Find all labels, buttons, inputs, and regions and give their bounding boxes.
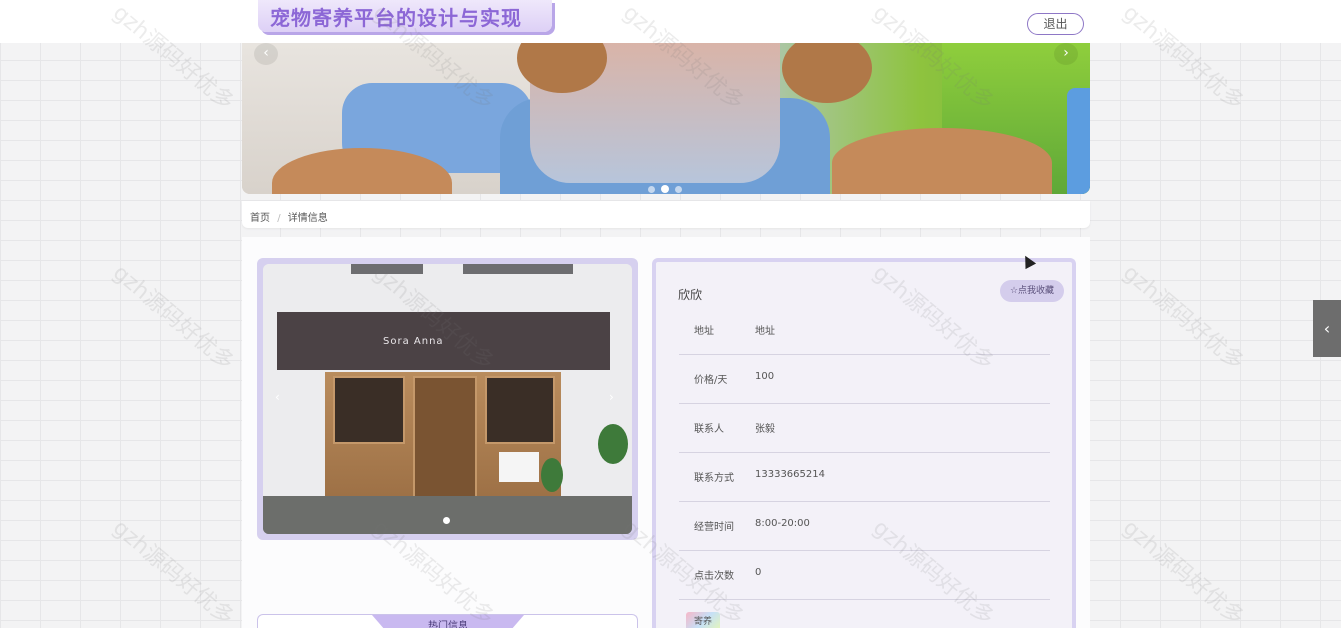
watermark: gzh源码好优多 [107,260,239,376]
site-title: 宠物寄养平台的设计与实现 [258,0,552,32]
detail-value: 张毅 [755,424,775,435]
gallery-prev-button[interactable]: ‹ [275,390,280,404]
detail-value: 8:00-20:00 [755,518,810,529]
detail-label: 联系人 [694,424,724,435]
detail-value: 13333665214 [755,469,825,480]
chevron-right-icon: › [1063,45,1069,61]
gallery-dot-active[interactable] [443,517,450,524]
logout-button[interactable]: 退出 [1027,13,1084,35]
banner-dot-active[interactable] [661,185,669,193]
photo-shutter [351,264,423,274]
hot-info-section: 热门信息 [257,614,638,628]
banner-prev-button[interactable]: ‹ [254,43,278,65]
awning-text: Sora Anna [383,336,444,347]
chevron-right-icon: › [609,390,614,404]
photo-ground [263,496,632,534]
detail-value: 地址 [755,326,775,337]
detail-label: 联系方式 [694,473,734,484]
image-gallery[interactable]: Sora Anna ‹ › [257,258,638,540]
detail-row-phone: 联系方式 13333665214 [679,453,1050,502]
banner-carousel[interactable]: ‹ › [242,43,1090,194]
hot-info-title: 热门信息 [372,615,524,628]
breadcrumb-current: 详情信息 [287,213,328,224]
chevron-left-icon: ‹ [263,45,269,61]
banner-glass [1067,88,1090,194]
top-header: 宠物寄养平台的设计与实现 退出 [0,0,1341,43]
detail-row-hours: 经营时间 8:00-20:00 [679,502,1050,551]
favorite-button[interactable]: ☆点我收藏 [1000,280,1064,302]
watermark: gzh源码好优多 [1117,260,1249,376]
side-panel-toggle[interactable]: ‹ [1313,300,1341,357]
watermark: gzh源码好优多 [107,515,239,628]
detail-row-contact: 联系人 张毅 [679,404,1050,453]
photo-window [485,376,555,444]
banner-dot[interactable] [648,186,655,193]
photo-plant [598,424,628,464]
detail-row-price: 价格/天 100 [679,355,1050,404]
banner-indicators [648,178,688,194]
detail-row-address: 地址 地址 [679,306,1050,355]
banner-dot[interactable] [675,186,682,193]
breadcrumb-separator: / [277,213,281,224]
detail-label: 点击次数 [694,571,734,582]
banner-next-button[interactable]: › [1054,43,1078,65]
shop-name: 欣欣 [678,288,703,302]
photo-window [333,376,405,444]
photo-plant [541,458,563,492]
detail-label: 价格/天 [694,375,728,386]
breadcrumb-home[interactable]: 首页 [250,213,270,224]
chevron-left-icon: ‹ [275,390,280,404]
gallery-next-button[interactable]: › [609,390,614,404]
book-button[interactable]: 寄养 [686,612,720,628]
breadcrumb: 首页 / 详情信息 [242,201,1090,228]
shop-photo: Sora Anna ‹ › [263,264,632,534]
photo-door [413,376,477,498]
photo-signboard [499,452,539,482]
watermark: gzh源码好优多 [1117,515,1249,628]
detail-value: 100 [755,371,775,382]
rabbit-fur [832,128,1052,194]
detail-label: 地址 [694,326,714,337]
detail-value: 0 [755,567,762,578]
rabbit-ear [782,43,872,103]
photo-shutter [463,264,573,274]
details-card: 欣欣 ☆点我收藏 地址 地址 价格/天 100 联系人 张毅 联系方式 1333… [652,258,1076,628]
chevron-left-icon: ‹ [1323,319,1331,338]
detail-row-clicks: 点击次数 0 [679,551,1050,600]
detail-label: 经营时间 [694,522,734,533]
